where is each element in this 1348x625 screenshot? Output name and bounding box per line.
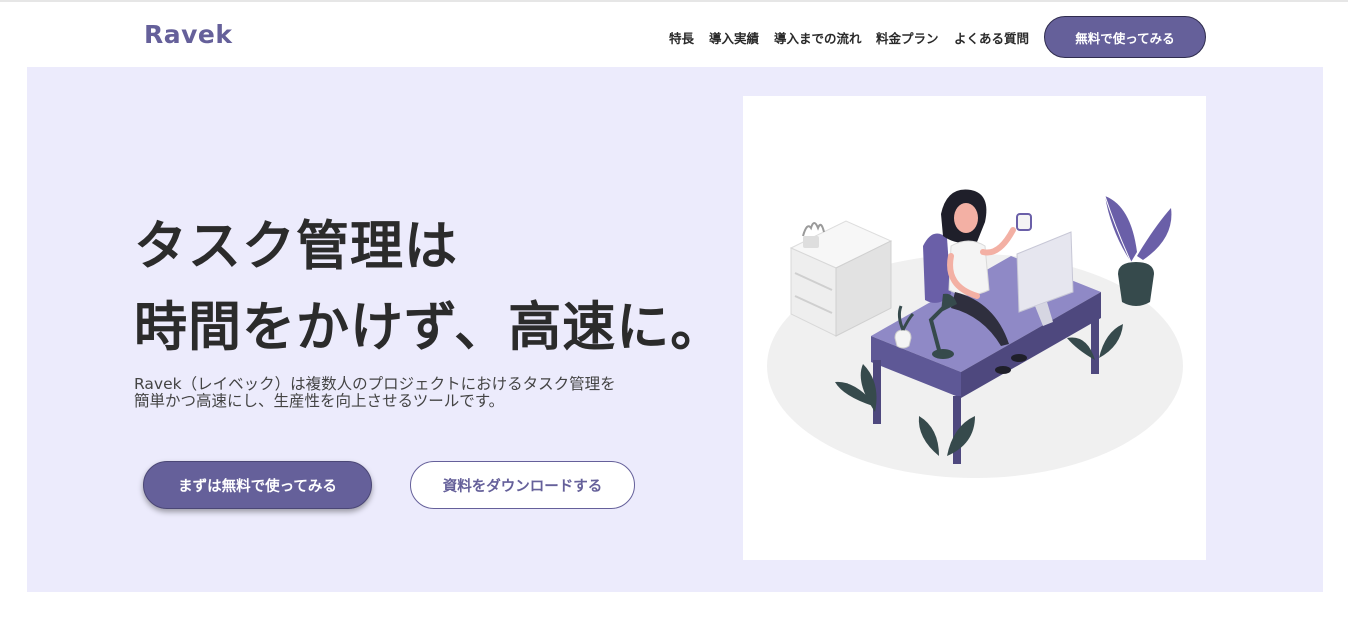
top-border xyxy=(0,0,1348,2)
hero-illustration xyxy=(743,96,1206,560)
hero-title-line-2: 時間をかけず、高速に。 xyxy=(134,297,725,358)
start-free-button[interactable]: まずは無料で使ってみる xyxy=(143,461,372,509)
logo[interactable]: Ravek xyxy=(144,20,233,49)
nav-item-faq[interactable]: よくある質問 xyxy=(954,28,1029,47)
hero-description-line-1: Ravek（レイベック）は複数人のプロジェクトにおけるタスク管理を xyxy=(134,375,616,393)
header-free-trial-button[interactable]: 無料で使ってみる xyxy=(1044,16,1206,58)
hero-description: Ravek（レイベック）は複数人のプロジェクトにおけるタスク管理を 簡単かつ高速… xyxy=(134,376,616,410)
nav-item-case-studies[interactable]: 導入実績 xyxy=(709,28,759,47)
nav-item-onboarding-flow[interactable]: 導入までの流れ xyxy=(774,28,862,47)
nav-item-features[interactable]: 特長 xyxy=(669,28,694,47)
hero-description-line-2: 簡単かつ高速にし、生産性を向上させるツールです。 xyxy=(134,392,505,410)
download-materials-button[interactable]: 資料をダウンロードする xyxy=(410,461,635,509)
hero-title-line-1: タスク管理は xyxy=(134,216,458,277)
woman-at-desk-illustration-icon xyxy=(767,189,1183,478)
nav-item-pricing[interactable]: 料金プラン xyxy=(876,28,939,47)
